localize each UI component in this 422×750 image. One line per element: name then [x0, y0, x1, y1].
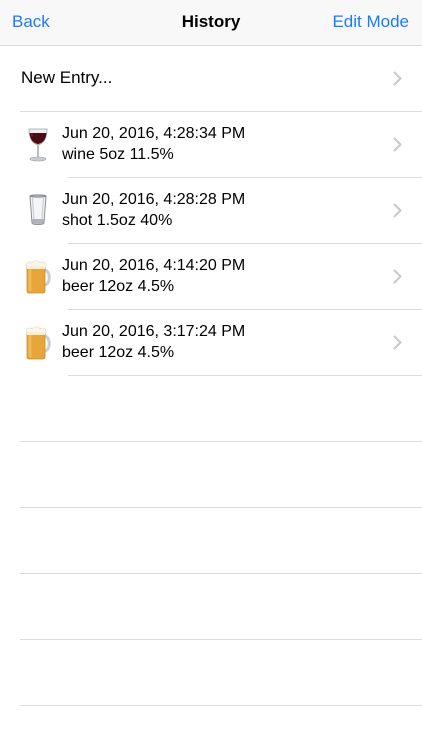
entry-description: shot 1.5oz 40% [62, 212, 173, 229]
chevron-right-icon [393, 335, 402, 350]
edit-mode-button[interactable]: Edit Mode [332, 12, 409, 32]
chevron-right-icon [393, 269, 402, 284]
empty-row [0, 508, 422, 574]
empty-row [0, 442, 422, 508]
wine-glass-icon [28, 128, 48, 162]
chevron-right-icon [393, 203, 402, 218]
history-entry-row[interactable]: Jun 20, 2016, 4:28:28 PM shot 1.5oz 40% [0, 178, 422, 244]
entry-timestamp: Jun 20, 2016, 4:28:34 PM [62, 125, 246, 142]
history-entry-row[interactable]: Jun 20, 2016, 4:28:34 PM wine 5oz 11.5% [0, 112, 422, 178]
history-list: New Entry... Jun 20, 2016, 4:28:34 PM wi… [0, 46, 422, 706]
empty-row [0, 376, 422, 442]
entry-description: wine 5oz 11.5% [62, 146, 174, 163]
chevron-right-icon [393, 71, 402, 86]
navigation-bar: Back History Edit Mode [0, 0, 422, 46]
entry-description: beer 12oz 4.5% [62, 344, 175, 361]
history-entry-row[interactable]: Jun 20, 2016, 3:17:24 PM beer 12oz 4.5% [0, 310, 422, 376]
entry-timestamp: Jun 20, 2016, 4:14:20 PM [62, 257, 246, 274]
shot-glass-icon [29, 194, 47, 225]
row-separator [20, 705, 422, 706]
history-entry-row[interactable]: Jun 20, 2016, 4:14:20 PM beer 12oz 4.5% [0, 244, 422, 310]
entry-timestamp: Jun 20, 2016, 3:17:24 PM [62, 323, 246, 340]
entry-description: beer 12oz 4.5% [62, 278, 175, 295]
empty-row [0, 574, 422, 640]
chevron-right-icon [393, 137, 402, 152]
new-entry-label: New Entry... [21, 68, 113, 87]
beer-mug-icon [25, 326, 51, 360]
entry-timestamp: Jun 20, 2016, 4:28:28 PM [62, 191, 246, 208]
beer-mug-icon [25, 260, 51, 294]
empty-row [0, 640, 422, 706]
new-entry-row[interactable]: New Entry... [0, 46, 422, 112]
